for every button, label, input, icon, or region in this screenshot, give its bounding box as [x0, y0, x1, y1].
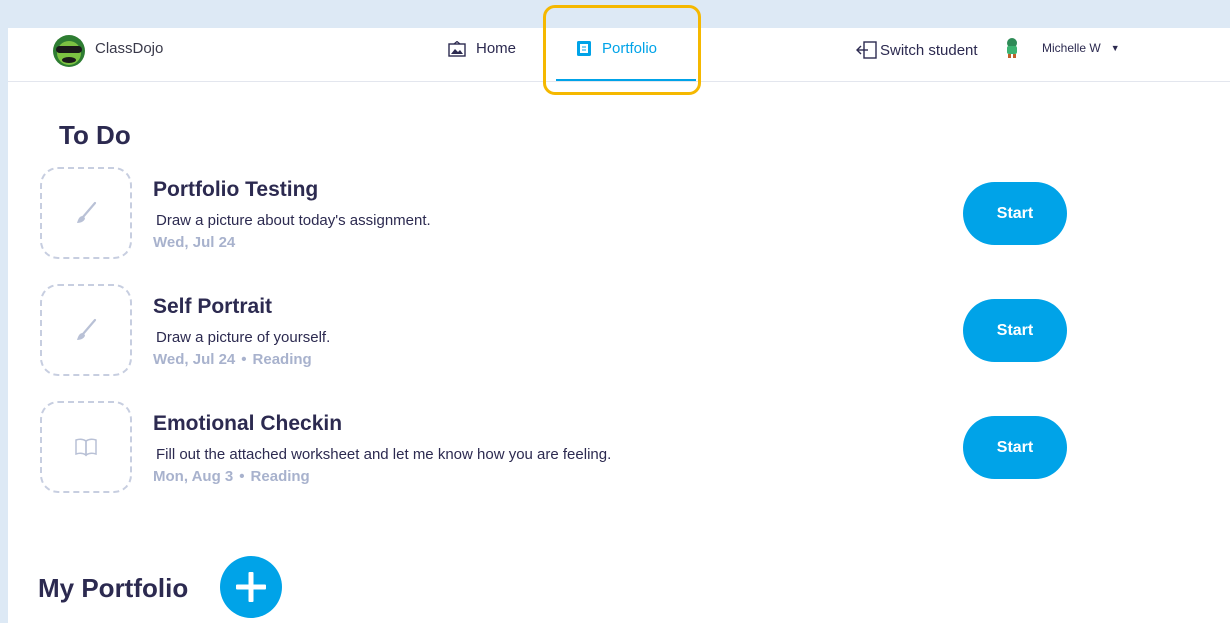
meta-separator: • [241, 351, 247, 368]
task-thumbnail[interactable] [40, 401, 132, 493]
task-item: Portfolio Testing Draw a picture about t… [38, 167, 1088, 267]
task-item: Self Portrait Draw a picture of yourself… [38, 284, 1088, 384]
paintbrush-icon [77, 318, 97, 340]
task-date: Wed, Jul 24 [153, 351, 236, 368]
task-description: Draw a picture of yourself. [156, 329, 331, 346]
tab-home-label: Home [476, 40, 517, 57]
task-thumbnail[interactable] [40, 284, 132, 376]
task-subject: Reading [250, 468, 310, 485]
home-picture-icon [448, 40, 466, 57]
task-meta: Mon, Aug 3 • Reading [153, 468, 310, 485]
user-name: Michelle W [1042, 41, 1101, 55]
switch-student-icon [856, 41, 877, 59]
task-date: Wed, Jul 24 [153, 234, 236, 251]
task-thumbnail[interactable] [40, 167, 132, 259]
portfolio-tab-highlight [543, 5, 701, 95]
my-portfolio-heading: My Portfolio [38, 573, 189, 603]
task-subject: Reading [252, 351, 312, 368]
paintbrush-icon [77, 201, 97, 223]
start-button[interactable]: Start [963, 299, 1067, 362]
plus-icon [236, 572, 266, 602]
task-meta: Wed, Jul 24 [153, 234, 235, 251]
user-menu[interactable]: Michelle W ▼ [1042, 41, 1120, 55]
task-title: Emotional Checkin [153, 412, 343, 435]
chevron-down-icon: ▼ [1110, 43, 1120, 53]
classdojo-logo-icon[interactable] [52, 34, 86, 68]
switch-student-label: Switch student [880, 41, 978, 59]
task-title: Self Portrait [153, 295, 273, 318]
start-button[interactable]: Start [963, 182, 1067, 245]
switch-student-button[interactable]: Switch student [856, 40, 978, 60]
tab-home[interactable]: Home [448, 40, 516, 57]
task-title: Portfolio Testing [153, 178, 319, 201]
task-meta: Wed, Jul 24 • Reading [153, 351, 312, 368]
task-description: Draw a picture about today's assignment. [156, 212, 431, 229]
start-button[interactable]: Start [963, 416, 1067, 479]
brand-name[interactable]: ClassDojo [95, 40, 163, 57]
task-description: Fill out the attached worksheet and let … [156, 446, 612, 463]
task-date: Mon, Aug 3 [153, 468, 234, 485]
add-portfolio-button[interactable] [220, 556, 282, 618]
app-frame: ClassDojo Home Portfolio Switch student … [8, 28, 1230, 623]
task-item: Emotional Checkin Fill out the attached … [38, 401, 1088, 501]
todo-heading: To Do [59, 120, 131, 150]
book-icon [75, 438, 97, 457]
student-avatar-icon[interactable] [1004, 37, 1020, 59]
meta-separator: • [239, 468, 245, 485]
